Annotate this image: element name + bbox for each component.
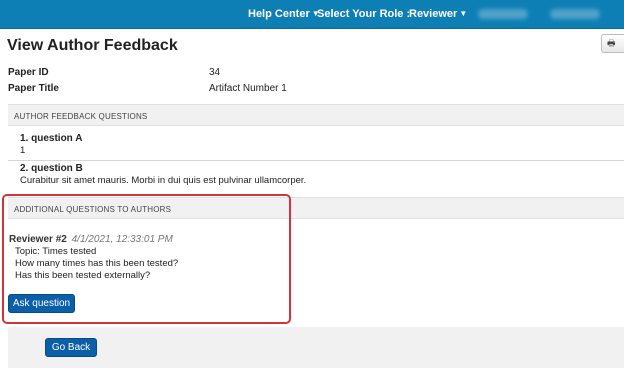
question-item: 1. question A 1 xyxy=(8,130,624,160)
question-title: 2. question B xyxy=(20,163,83,174)
role-value: Reviewer xyxy=(409,8,458,20)
go-back-button[interactable]: Go Back xyxy=(45,338,97,357)
footer-actions xyxy=(8,327,624,368)
print-icon: 🖶 xyxy=(607,38,616,48)
question-answer: Curabitur sit amet mauris. Morbi in dui … xyxy=(20,175,307,186)
print-button[interactable]: 🖶 xyxy=(601,34,624,53)
redacted-account-menu[interactable] xyxy=(550,9,600,19)
paper-title-label: Paper Title xyxy=(8,83,59,94)
help-center-menu[interactable]: Help Center ▼ xyxy=(248,8,320,20)
question-title: 1. question A xyxy=(20,133,83,144)
author-feedback-header: AUTHOR FEEDBACK QUESTIONS xyxy=(8,104,624,126)
redacted-user-info xyxy=(478,9,528,19)
role-dropdown[interactable]: Reviewer ▼ xyxy=(409,8,467,20)
top-navigation-bar: Help Center ▼ Select Your Role : Reviewer… xyxy=(0,0,624,29)
question-answer: 1 xyxy=(20,145,26,156)
highlight-box xyxy=(2,194,291,324)
select-role-label: Select Your Role : xyxy=(317,8,411,20)
paper-id-value: 34 xyxy=(209,67,221,78)
page-title: View Author Feedback xyxy=(7,37,178,54)
caret-down-icon: ▼ xyxy=(459,9,468,18)
question-item: 2. question B Curabitur sit amet mauris.… xyxy=(8,160,624,190)
paper-id-label: Paper ID xyxy=(8,67,49,78)
paper-title-value: Artifact Number 1 xyxy=(209,83,287,94)
help-center-label: Help Center xyxy=(248,8,310,20)
